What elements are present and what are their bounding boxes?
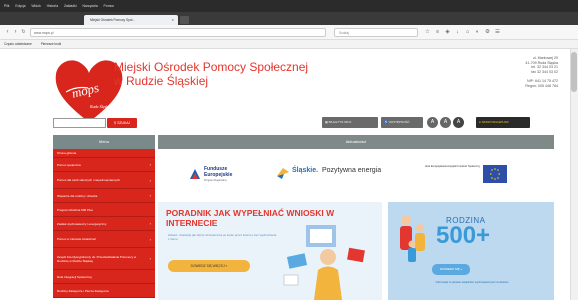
accessibility-button[interactable]: ♿ DOSTĘPNOŚĆ xyxy=(381,117,423,128)
reading-list-icon[interactable]: ≡ xyxy=(434,29,441,36)
back-icon[interactable]: ‹ xyxy=(4,29,11,36)
os-menu-item[interactable]: Zakładki xyxy=(64,4,77,8)
menu-item-label: Rodziny Zastępcze i Piecza Zastępcza xyxy=(57,288,109,293)
chevron-right-icon: › xyxy=(149,256,151,261)
menu-header: Menu xyxy=(53,135,155,149)
chevron-right-icon: › xyxy=(149,236,151,242)
epuap-button[interactable]: ● SKRZYNKA EPUAP xyxy=(476,117,530,128)
site-search-input[interactable] xyxy=(53,118,106,128)
os-menu-bar: Plik Edycja Widok Historia Zakładki Narz… xyxy=(0,0,578,12)
eu-flag-icon xyxy=(483,165,507,183)
family-note: Informacje w sprawie świadczeń wychowawc… xyxy=(435,281,509,284)
download-icon[interactable]: ↓ xyxy=(454,29,461,36)
menu-item-label: Wsparcie dla rodziny i dziecka xyxy=(57,193,98,198)
menu-item[interactable]: Pomoc społeczna › xyxy=(53,158,155,172)
bookmarks-bar: Często odwiedzane Pierwsze kroki xyxy=(0,40,578,49)
home-icon[interactable]: ⌂ xyxy=(464,29,471,36)
eu-union-label: Unia Europejska Europejski Fundusz Społe… xyxy=(424,165,480,168)
menu-item[interactable]: Pomoc dla osób starszych i niepełnospraw… xyxy=(53,172,155,189)
menu-item[interactable]: Zasiłek wychowawczy i energetyczny › xyxy=(53,217,155,231)
guide-more-button[interactable]: DOWIEDZ SIĘ WIĘCEJ » xyxy=(168,260,250,272)
guide-description: Zobacz, instrukcje jak złożyć wniosek kr… xyxy=(168,233,277,241)
site-search-button[interactable]: ⚲ SZUKAJ xyxy=(107,118,137,128)
os-menu-item[interactable]: Narzędzia xyxy=(82,4,97,8)
scrollbar-thumb[interactable] xyxy=(571,52,577,92)
extension-icon[interactable]: ◐ xyxy=(474,29,481,36)
menu-item-label: Program Rodzina 500 Plus xyxy=(57,207,93,212)
family-illustration xyxy=(400,215,425,262)
os-menu-item[interactable]: Widok xyxy=(31,4,40,8)
menu-item-label: Zespół Interdyscyplinarny ds. Przeciwdzi… xyxy=(57,254,137,263)
contact-address: ul. Markowej 20 41-709 Ruda Śląska tel. … xyxy=(448,56,558,88)
search-button-label: SZUKAJ xyxy=(117,121,131,125)
menu-item-label: Pomoc w zakresie świadczeń xyxy=(57,237,97,241)
reload-icon[interactable]: ↻ xyxy=(20,29,27,36)
epuap-label: SKRZYNKA EPUAP xyxy=(481,120,509,124)
menu-icon[interactable]: ☰ xyxy=(494,29,501,36)
browser-tab[interactable]: Miejski Ośrodek Pomocy Społ... × xyxy=(84,15,178,25)
font-medium-button[interactable]: A xyxy=(440,117,451,128)
os-menu-item[interactable]: Plik xyxy=(4,4,9,8)
forward-icon[interactable]: › xyxy=(12,29,19,36)
address-line: Regon: 005 448 784 xyxy=(525,83,558,88)
os-menu-item[interactable]: Historia xyxy=(47,4,59,8)
chevron-right-icon: › xyxy=(149,221,151,226)
funds-logo-icon xyxy=(188,167,202,181)
star-icon[interactable]: ☆ xyxy=(424,29,431,36)
accessibility-label: DOSTĘPNOŚĆ xyxy=(388,120,410,124)
chevron-right-icon: › xyxy=(149,177,151,183)
font-small-button[interactable]: A xyxy=(427,117,438,128)
bookmark-item[interactable]: Pierwsze kroki xyxy=(41,42,62,46)
menu-item-label: Strona główna xyxy=(57,151,77,155)
logo-subtext: Ruda Śląska xyxy=(89,103,110,109)
org-name: Miejski Ośrodek Pomocy Społecznej w Rudz… xyxy=(114,60,344,88)
side-menu: Strona główna Pomoc społeczna › Pomoc dla o… xyxy=(53,149,155,298)
url-input[interactable]: www.mops.pl xyxy=(30,28,326,37)
funds-subtitle: Program Regionalny xyxy=(204,179,227,182)
tab-title: Miejski Ośrodek Pomocy Społ... xyxy=(90,18,135,22)
os-menu-item[interactable]: Pomoc xyxy=(104,4,115,8)
menu-item[interactable]: Strona główna xyxy=(53,149,155,158)
menu-item[interactable]: Rodziny Zastępcze i Piecza Zastępcza xyxy=(53,284,155,298)
slask-tagline: Pozytywna energia xyxy=(322,167,382,174)
settings-icon[interactable]: ⚙ xyxy=(484,29,491,36)
menu-item-label: Pomoc społeczna xyxy=(57,162,81,167)
tab-close-icon[interactable]: × xyxy=(172,15,174,25)
guide-illustration xyxy=(283,225,365,300)
bip-button[interactable]: ▦ BIULETYN INFO xyxy=(322,117,378,128)
menu-item[interactable]: Zespół Interdyscyplinarny ds. Przeciwdzi… xyxy=(53,248,155,270)
menu-item[interactable]: Wsparcie dla rodziny i dziecka › xyxy=(53,189,155,203)
shield-icon[interactable]: ◈ xyxy=(444,29,451,36)
chevron-right-icon: › xyxy=(149,193,151,198)
menu-item[interactable]: Program Rodzina 500 Plus xyxy=(53,203,155,217)
bip-label: BIULETYN INFO xyxy=(328,120,352,124)
menu-item[interactable]: Pomoc w zakresie świadczeń › xyxy=(53,231,155,248)
funds-title-line2: Europejskie xyxy=(204,171,233,178)
slask-bird-icon xyxy=(277,168,289,179)
chevron-right-icon: › xyxy=(149,162,151,167)
org-name-line1: Miejski Ośrodek Pomocy Społecznej xyxy=(114,60,309,74)
menu-item-label: Pomoc dla osób starszych i niepełnospraw… xyxy=(57,178,121,182)
browser-search-input[interactable]: Szukaj xyxy=(334,28,418,37)
bookmark-item[interactable]: Często odwiedzane xyxy=(4,42,32,46)
family-more-button[interactable]: DOWIEDZ SIĘ » xyxy=(432,264,470,275)
new-tab-button[interactable] xyxy=(180,16,189,24)
funds-title: Fundusze Europejskie xyxy=(204,166,233,178)
menu-item[interactable]: Rola Integracji Społecznej xyxy=(53,270,155,284)
contrast-button[interactable]: A xyxy=(453,117,464,128)
org-name-line2: w Rudzie Śląskiej xyxy=(114,74,209,88)
menu-item-label: Rola Integracji Społecznej xyxy=(57,274,92,279)
menu-item-label: Zasiłek wychowawczy i energetyczny xyxy=(57,221,107,226)
os-menu-item[interactable]: Edycja xyxy=(15,4,25,8)
slask-brand: Śląskie. xyxy=(292,167,319,174)
news-header: Aktualności xyxy=(158,135,554,149)
family-500-number: 500+ xyxy=(436,222,491,249)
